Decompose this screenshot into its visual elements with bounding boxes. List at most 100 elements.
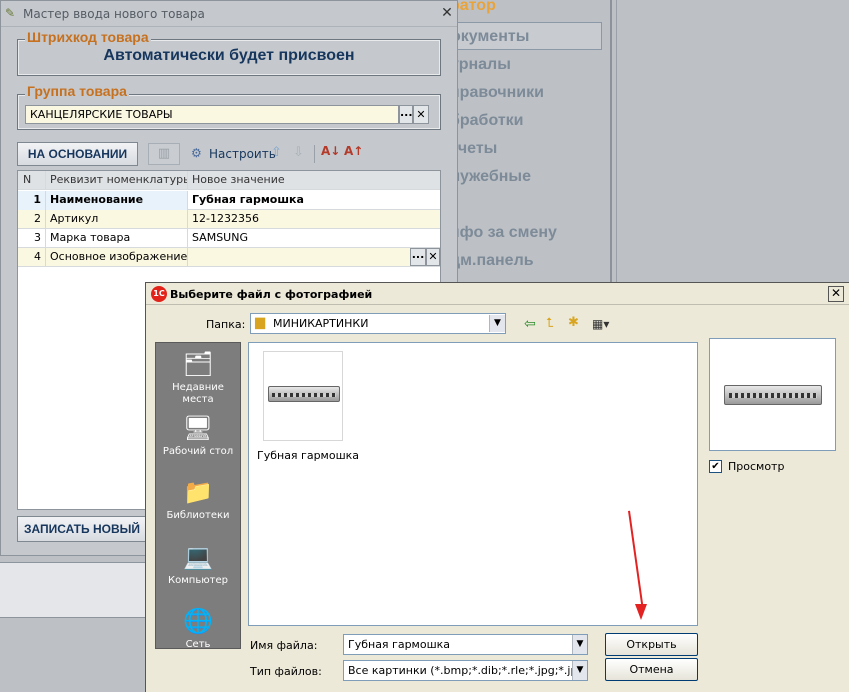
desktop-icon: 🖥 [182, 414, 214, 442]
row-attribute: Марка товара [46, 229, 188, 248]
place-computer[interactable]: 💻 Компьютер [156, 542, 240, 587]
menu-item-documents[interactable]: окументы [440, 22, 602, 50]
dialog-titlebar: 1C Выберите файл с фотографией ✕ [146, 283, 849, 305]
menu-item-processing[interactable]: бработки [440, 107, 602, 135]
filename-label: Имя файла: [250, 639, 318, 652]
chevron-down-icon[interactable]: ▼ [572, 635, 587, 654]
network-icon: 🌐 [183, 607, 213, 635]
move-down-icon: ⇩ [293, 145, 304, 160]
folder-icon: ▆ [255, 315, 265, 330]
annotation-arrow-head [635, 604, 647, 620]
image-select-button[interactable]: ... [410, 248, 426, 266]
filename-input[interactable]: Губная гармошка [343, 634, 588, 655]
menu-item-administrator[interactable]: ратор [440, 0, 602, 20]
place-recent[interactable]: 🗂 Недавние места [156, 349, 240, 406]
image-clear-button[interactable]: ✕ [426, 248, 440, 266]
filetype-label: Тип файлов: [250, 665, 322, 678]
row-attribute: Артикул [46, 210, 188, 229]
menu-item-service[interactable]: лужебные [440, 163, 602, 191]
toolbar-separator [314, 145, 315, 163]
menu-item-journals[interactable]: урналы [440, 51, 602, 79]
row-value[interactable]: 12-1232356 [188, 210, 440, 229]
menu-item-admin-panel[interactable]: дм.панель [440, 247, 602, 275]
configure-button[interactable]: Настроить [209, 147, 276, 161]
menu-item-shift-info[interactable]: нфо за смену [440, 219, 602, 247]
preview-checkbox[interactable]: ✔ [709, 460, 722, 473]
folder-value: МИНИКАРТИНКИ [273, 317, 369, 330]
preview-pane [709, 338, 836, 451]
table-view-icon: ▥ [148, 143, 180, 165]
row-attribute: Наименование [46, 191, 188, 210]
product-group-select-button[interactable]: ... [399, 105, 413, 124]
wizard-titlebar: ✎ Мастер ввода нового товара ✕ [1, 1, 457, 27]
recent-places-icon: 🗂 [182, 350, 214, 378]
file-open-dialog: 1C Выберите файл с фотографией ✕ Папка: … [145, 282, 849, 692]
column-header-new-value: Новое значение [192, 173, 285, 186]
cancel-button[interactable]: Отмена [605, 658, 698, 681]
place-label: Сеть [185, 639, 211, 650]
table-row[interactable]: 4 Основное изображение ... ✕ [18, 248, 440, 267]
view-menu-icon[interactable]: ▦▾ [592, 316, 616, 332]
folder-select[interactable]: ▆ МИНИКАРТИНКИ ▼ [250, 313, 506, 334]
libraries-icon: 📁 [183, 478, 213, 506]
place-label: Рабочий стол [162, 446, 234, 457]
table-header: N Реквизит номенклатуры Новое значение [18, 171, 440, 190]
product-group-field[interactable]: КАНЦЕЛЯРСКИЕ ТОВАРЫ [25, 105, 399, 124]
row-value[interactable]: SAMSUNG [188, 229, 440, 248]
background-bottom-panel [0, 562, 146, 618]
filetype-select[interactable]: Все картинки (*.bmp;*.dib;*.rle;*.jpg;*.… [343, 660, 588, 681]
row-number: 3 [18, 229, 46, 248]
wizard-title: Мастер ввода нового товара [23, 7, 205, 21]
table-row[interactable]: 2 Артикул 12-1232356 [18, 210, 440, 229]
product-group-clear-button[interactable]: ✕ [413, 105, 429, 124]
places-bar: 🗂 Недавние места 🖥 Рабочий стол 📁 Библио… [155, 342, 241, 651]
row-number: 1 [18, 191, 46, 210]
table-row[interactable]: 1 Наименование Губная гармошка [18, 191, 440, 210]
row-value[interactable] [188, 248, 440, 267]
column-header-n: N [18, 171, 46, 190]
close-icon[interactable]: ✕ [439, 5, 455, 21]
1c-logo-icon: 1C [151, 286, 167, 302]
close-icon[interactable]: ✕ [828, 286, 844, 302]
menu-item-reports[interactable]: тчеты [440, 135, 602, 163]
row-number: 4 [18, 248, 46, 267]
new-folder-icon[interactable]: ✱ [568, 315, 586, 331]
table-row[interactable]: 3 Марка товара SAMSUNG [18, 229, 440, 248]
harmonica-image [268, 386, 340, 402]
settings-icon[interactable]: ⚙ [191, 146, 207, 162]
place-label: Библиотеки [166, 510, 230, 521]
based-on-button[interactable]: НА ОСНОВАНИИ [17, 142, 138, 166]
place-label: Компьютер [168, 575, 228, 586]
preview-label: Просмотр [728, 460, 785, 473]
sort-ascending-icon[interactable]: A↓ [321, 144, 340, 162]
dialog-title: Выберите файл с фотографией [170, 288, 373, 301]
back-arrow-icon[interactable]: ⇦ [524, 316, 540, 332]
open-button[interactable]: Открыть [605, 633, 698, 656]
row-value[interactable]: Губная гармошка [188, 191, 440, 210]
move-up-icon[interactable]: ⇧ [271, 145, 287, 161]
chevron-down-icon[interactable]: ▼ [572, 661, 587, 680]
place-network[interactable]: 🌐 Сеть [156, 606, 240, 651]
up-folder-icon[interactable]: ⮤ [546, 316, 562, 332]
menu-item-catalogs[interactable]: правочники [440, 79, 602, 107]
harmonica-preview-image [724, 385, 822, 405]
save-new-button[interactable]: ЗАПИСАТЬ НОВЫЙ [17, 516, 147, 542]
chevron-down-icon[interactable]: ▼ [489, 315, 505, 332]
file-thumbnail[interactable] [263, 351, 343, 441]
row-number: 2 [18, 210, 46, 229]
computer-icon: 💻 [183, 543, 213, 571]
place-label: Недавние места [172, 382, 224, 405]
place-desktop[interactable]: 🖥 Рабочий стол [156, 413, 240, 458]
place-libraries[interactable]: 📁 Библиотеки [156, 477, 240, 522]
background-main-menu: ратор окументы урналы правочники бработк… [440, 0, 610, 285]
barcode-value: Автоматически будет присвоен [103, 47, 355, 64]
barcode-legend: Штрихкод товара [25, 29, 151, 45]
product-group-legend: Группа товара [25, 83, 129, 99]
background-right-panel [610, 0, 849, 285]
file-name-label[interactable]: Губная гармошка [257, 449, 367, 462]
wizard-pencil-icon: ✎ [5, 6, 16, 20]
file-list: Губная гармошка [248, 342, 698, 626]
row-attribute: Основное изображение [46, 248, 188, 267]
column-header-attribute: Реквизит номенклатуры [46, 171, 188, 190]
sort-descending-icon[interactable]: A↑ [344, 144, 363, 162]
